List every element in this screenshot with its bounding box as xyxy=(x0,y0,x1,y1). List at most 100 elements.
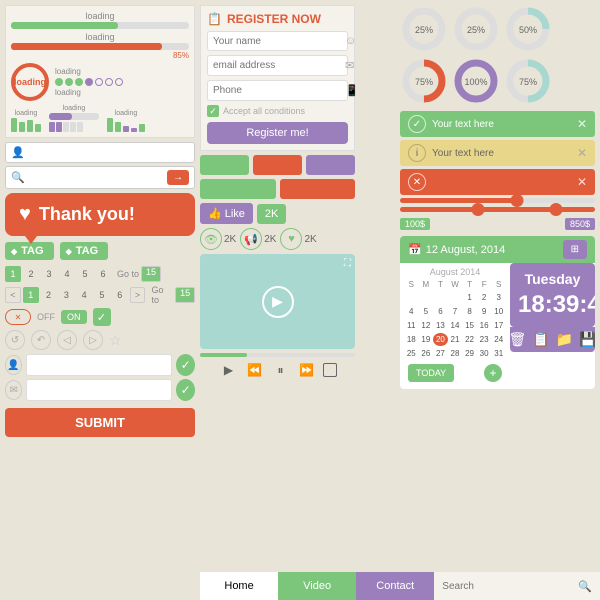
red-button-1[interactable] xyxy=(253,155,302,175)
page-4[interactable]: 4 xyxy=(59,266,75,282)
cal-day-1[interactable]: 1 xyxy=(462,291,477,304)
heart-badge-icon[interactable]: ♥ xyxy=(280,228,302,250)
toggle-on-button[interactable]: ON xyxy=(61,310,87,324)
cal-day-11[interactable]: 11 xyxy=(404,319,419,332)
refresh-icon[interactable]: ↺ xyxy=(5,330,25,350)
cal-day-10[interactable]: 10 xyxy=(491,305,506,318)
page-5[interactable]: 5 xyxy=(77,266,93,282)
red-button-2[interactable] xyxy=(280,179,356,199)
page-6[interactable]: 6 xyxy=(95,266,111,282)
slider-thumb-2b[interactable] xyxy=(550,203,563,216)
page-3[interactable]: 3 xyxy=(41,266,57,282)
notif-close-1[interactable]: ✕ xyxy=(577,117,587,131)
cal-grid-icon[interactable]: ⊞ xyxy=(563,240,587,259)
cal-day-31[interactable]: 31 xyxy=(491,347,506,360)
pause-control[interactable]: ⏸ xyxy=(271,360,291,380)
cal-day-7[interactable]: 7 xyxy=(448,305,463,318)
tag-2[interactable]: TAG xyxy=(60,242,109,260)
toggle-check-button[interactable]: ✓ xyxy=(93,308,111,326)
notif-close-3[interactable]: ✕ xyxy=(577,175,587,189)
search-input-2[interactable] xyxy=(29,172,167,183)
like-button[interactable]: 👍 Like xyxy=(200,203,253,224)
undo-icon[interactable]: ↶ xyxy=(31,330,51,350)
cal-day-16[interactable]: 16 xyxy=(477,319,492,332)
cal-day-30[interactable]: 30 xyxy=(477,347,492,360)
tag-1[interactable]: TAG xyxy=(5,242,54,260)
purple-button-1[interactable] xyxy=(306,155,355,175)
star-icon[interactable]: ☆ xyxy=(109,332,122,349)
cal-day-5[interactable]: 5 xyxy=(419,305,434,318)
user-form-input[interactable] xyxy=(26,354,172,376)
play-control[interactable]: ▶ xyxy=(219,360,239,380)
cal-day-19[interactable]: 19 xyxy=(419,333,434,346)
user-check-button[interactable]: ✓ xyxy=(176,354,195,376)
copy-icon[interactable]: 📋 xyxy=(532,331,549,348)
cal-day-29[interactable]: 29 xyxy=(462,347,477,360)
page-2[interactable]: 2 xyxy=(23,266,39,282)
cal-day-8[interactable]: 8 xyxy=(462,305,477,318)
add-event-button[interactable]: + xyxy=(484,364,502,382)
back-icon[interactable]: ◁ xyxy=(57,330,77,350)
page-4b[interactable]: 4 xyxy=(76,287,92,303)
slider-thumb-1[interactable] xyxy=(511,194,524,207)
next-arrow[interactable]: > xyxy=(130,287,146,303)
forward-icon[interactable]: ▷ xyxy=(83,330,103,350)
cal-day-21[interactable]: 21 xyxy=(448,333,463,346)
search-button[interactable]: → xyxy=(167,170,189,185)
folder-icon[interactable]: 📁 xyxy=(556,331,573,348)
name-input[interactable] xyxy=(213,36,345,47)
page-3b[interactable]: 3 xyxy=(58,287,74,303)
play-button[interactable]: ▶ xyxy=(262,286,294,318)
toggle-x-button[interactable]: ✕ xyxy=(5,309,31,325)
stop-control[interactable] xyxy=(323,363,337,377)
forward-control[interactable]: ⏩ xyxy=(297,360,317,380)
cal-day-17[interactable]: 17 xyxy=(491,319,506,332)
nav-contact[interactable]: Contact xyxy=(356,572,434,600)
cal-day-9[interactable]: 9 xyxy=(477,305,492,318)
eye-icon[interactable]: 👁 xyxy=(200,228,222,250)
cal-day-2[interactable]: 2 xyxy=(477,291,492,304)
prev-arrow[interactable]: < xyxy=(5,287,21,303)
expand-icon[interactable]: ⛶ xyxy=(344,258,351,269)
search-nav-icon[interactable]: 🔍 xyxy=(578,580,592,593)
cal-day-25[interactable]: 25 xyxy=(404,347,419,360)
search-input-1[interactable] xyxy=(29,147,189,158)
green-button-1[interactable] xyxy=(200,155,249,175)
cal-day-26[interactable]: 26 xyxy=(419,347,434,360)
cal-day-14[interactable]: 14 xyxy=(448,319,463,332)
cal-day-3[interactable]: 3 xyxy=(491,291,506,304)
goto-box-1[interactable]: 15 xyxy=(141,266,161,282)
speaker-icon[interactable]: 📢 xyxy=(240,228,262,250)
rewind-control[interactable]: ⏪ xyxy=(245,360,265,380)
mail-form-input[interactable] xyxy=(26,379,172,401)
nav-home[interactable]: Home xyxy=(200,572,278,600)
notif-close-2[interactable]: ✕ xyxy=(577,146,587,160)
page-1b[interactable]: 1 xyxy=(23,287,39,303)
cal-day-22[interactable]: 22 xyxy=(462,333,477,346)
cal-day-28[interactable]: 28 xyxy=(448,347,463,360)
goto-box-2[interactable]: 15 xyxy=(175,287,195,303)
accept-checkbox[interactable]: ✓ xyxy=(207,105,219,117)
cal-day-23[interactable]: 23 xyxy=(477,333,492,346)
nav-search-input[interactable] xyxy=(442,581,574,592)
today-button[interactable]: TODAY xyxy=(408,364,454,382)
email-input[interactable] xyxy=(213,60,345,71)
cal-day-18[interactable]: 18 xyxy=(404,333,419,346)
page-2b[interactable]: 2 xyxy=(41,287,57,303)
submit-button[interactable]: SUBMIT xyxy=(5,408,195,437)
cal-day-20-today[interactable]: 20 xyxy=(433,333,448,346)
trash-icon[interactable]: 🗑 xyxy=(508,331,526,348)
cal-day-12[interactable]: 12 xyxy=(419,319,434,332)
nav-video[interactable]: Video xyxy=(278,572,356,600)
cal-day-15[interactable]: 15 xyxy=(462,319,477,332)
save-icon[interactable]: 💾 xyxy=(579,331,595,348)
phone-input[interactable] xyxy=(213,85,345,96)
cal-day-27[interactable]: 27 xyxy=(433,347,448,360)
page-5b[interactable]: 5 xyxy=(94,287,110,303)
cal-day-24[interactable]: 24 xyxy=(491,333,506,346)
mail-check-button[interactable]: ✓ xyxy=(176,379,195,401)
page-6b[interactable]: 6 xyxy=(112,287,128,303)
cal-day-6[interactable]: 6 xyxy=(433,305,448,318)
slider-thumb-2a[interactable] xyxy=(472,203,485,216)
green-button-2[interactable] xyxy=(200,179,276,199)
